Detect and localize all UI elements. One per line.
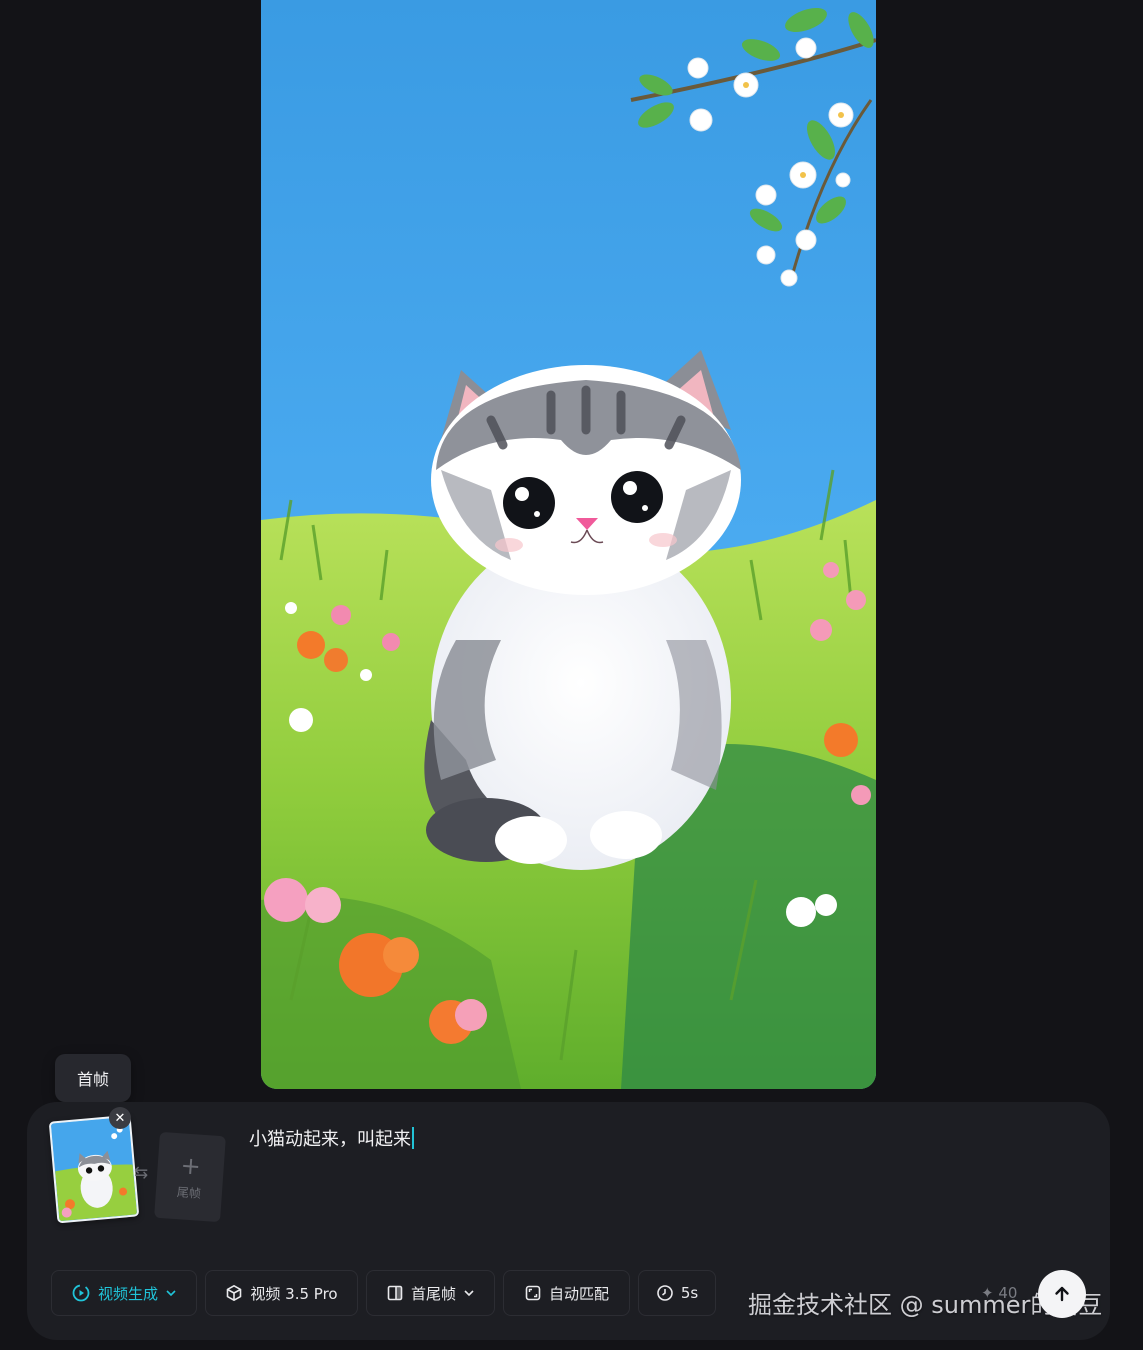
remove-start-frame-button[interactable]: ✕ (109, 1107, 131, 1129)
arrow-up-icon (1055, 1286, 1069, 1302)
text-caret (412, 1127, 414, 1149)
cube-icon (227, 1285, 242, 1301)
mode-label: 视频生成 (97, 1284, 158, 1303)
aspect-ratio-icon (525, 1285, 541, 1301)
close-icon: ✕ (114, 1110, 126, 1126)
model-selector[interactable]: 视频 3.5 Pro (205, 1270, 358, 1316)
swap-arrows-icon[interactable]: ⇆ (131, 1163, 151, 1183)
start-frame-tooltip: 首帧 (55, 1054, 131, 1102)
aspect-ratio-selector[interactable]: 自动匹配 (503, 1270, 630, 1316)
prompt-text: 小猫动起来，叫起来 (249, 1129, 411, 1150)
send-button[interactable] (1038, 1270, 1086, 1318)
plus-icon: + (179, 1150, 202, 1181)
prompt-input[interactable]: 小猫动起来，叫起来 (249, 1125, 414, 1151)
duration-label: 5s (680, 1284, 699, 1302)
chevron-down-icon (464, 1290, 474, 1297)
clock-icon (657, 1285, 673, 1301)
generated-image-preview[interactable] (261, 0, 876, 1089)
frame-mode-icon (387, 1285, 403, 1301)
start-frame-image (50, 1116, 138, 1222)
frame-mode-dropdown[interactable]: 首尾帧 (366, 1270, 495, 1316)
frame-mode-label: 首尾帧 (410, 1284, 456, 1303)
mode-dropdown[interactable]: 视频生成 (51, 1270, 197, 1316)
end-frame-label: 尾帧 (176, 1184, 202, 1201)
kitten-watercolor-image (261, 0, 876, 1089)
chevron-down-icon (166, 1290, 176, 1297)
duration-selector[interactable]: 5s (638, 1270, 716, 1316)
add-end-frame-button[interactable]: + 尾帧 (154, 1131, 226, 1223)
model-label: 视频 3.5 Pro (250, 1284, 338, 1303)
aspect-ratio-label: 自动匹配 (548, 1284, 609, 1303)
start-frame-thumbnail[interactable] (48, 1114, 140, 1224)
video-generate-icon (72, 1284, 90, 1302)
